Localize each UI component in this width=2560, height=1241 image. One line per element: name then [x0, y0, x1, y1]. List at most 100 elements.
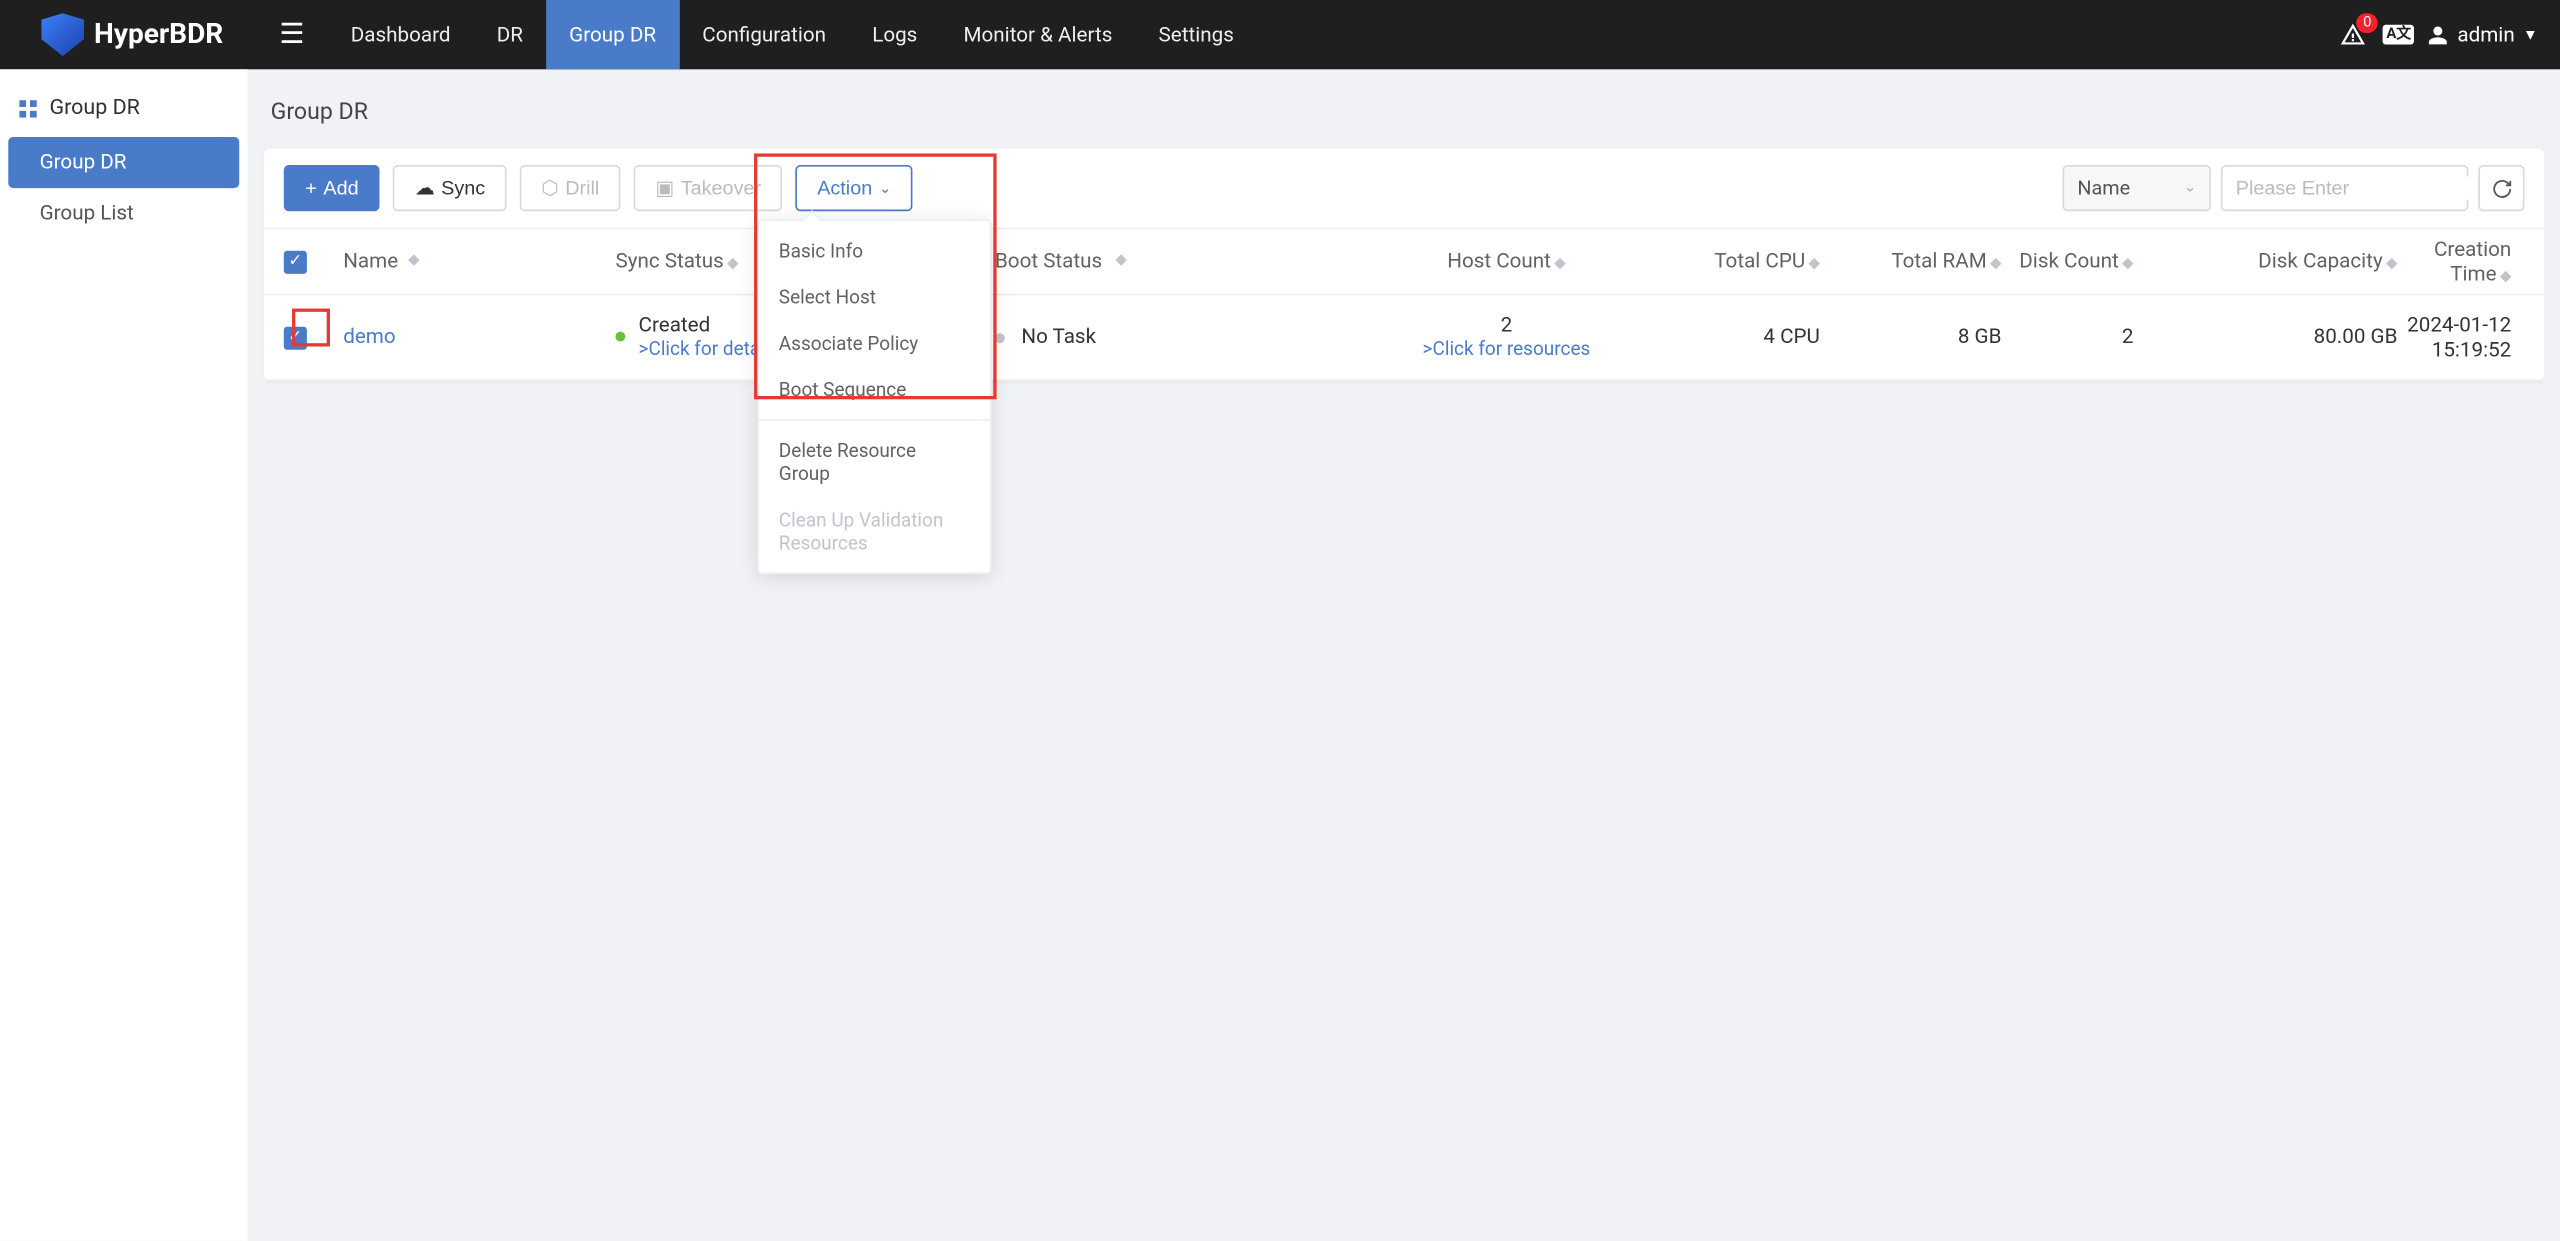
col-diskcap[interactable]: Disk Capacity◆	[2133, 249, 2397, 274]
nav-items: Dashboard DR Group DR Configuration Logs…	[328, 0, 1257, 69]
menu-boot-sequence[interactable]: Boot Sequence	[759, 366, 990, 412]
host-count-text: 2	[1501, 314, 1513, 339]
search-input[interactable]	[2236, 177, 2492, 200]
row-name-link[interactable]: demo	[343, 325, 395, 350]
sidebar-item-group-list[interactable]: Group List	[0, 188, 248, 239]
col-boot[interactable]: Boot Status◆	[995, 249, 1374, 274]
sidebar-header: Group DR	[0, 86, 248, 137]
sort-icon: ◆	[727, 257, 738, 272]
user-menu[interactable]: admin ▼	[2428, 22, 2538, 47]
add-label: Add	[323, 177, 358, 200]
col-diskcount[interactable]: Disk Count◆	[2001, 249, 2133, 274]
nav-dr[interactable]: DR	[474, 0, 546, 69]
main: Group DR + Add ☁ Sync ⬡ Drill ▣ Takeover	[248, 69, 2560, 1240]
sort-icon: ◆	[1990, 257, 2001, 272]
status-dot-icon	[615, 332, 625, 342]
col-ram[interactable]: Total RAM◆	[1820, 249, 2002, 274]
status-dot-icon	[995, 332, 1005, 342]
table: ✓ Name◆ Sync Status◆ Boot Status◆ Host C…	[264, 229, 2544, 381]
search-box[interactable]: ⌕	[2221, 165, 2469, 211]
menu-delete-resource-group[interactable]: Delete Resource Group	[759, 427, 990, 496]
drill-label: Drill	[565, 177, 599, 200]
nav-group-dr[interactable]: Group DR	[546, 0, 679, 69]
sort-icon: ◆	[1809, 257, 1820, 272]
sort-icon: ◆	[1115, 254, 1126, 269]
cell-cpu: 4 CPU	[1638, 325, 1820, 350]
nav-monitor-alerts[interactable]: Monitor & Alerts	[940, 0, 1135, 69]
sort-icon: ◆	[408, 254, 419, 269]
caret-down-icon: ▼	[2523, 26, 2538, 44]
cloud-icon: ☁	[415, 177, 435, 200]
refresh-button[interactable]	[2478, 165, 2524, 211]
chevron-down-icon: ⌄	[879, 179, 891, 197]
drill-icon: ⬡	[541, 177, 558, 200]
cell-name: demo	[343, 325, 615, 350]
nav-configuration[interactable]: Configuration	[679, 0, 849, 69]
sort-icon: ◆	[2122, 257, 2133, 272]
dropdown-divider	[759, 419, 990, 421]
nav-dashboard[interactable]: Dashboard	[328, 0, 474, 69]
cell-boot: No Task	[995, 325, 1374, 350]
sort-icon: ◆	[2500, 270, 2511, 285]
plus-icon: +	[305, 177, 317, 200]
nav-settings[interactable]: Settings	[1135, 0, 1257, 69]
col-created[interactable]: Creation Time◆	[2397, 237, 2524, 287]
nav-logs[interactable]: Logs	[849, 0, 940, 69]
action-label: Action	[817, 177, 872, 200]
takeover-icon: ▣	[655, 177, 674, 200]
sidebar: Group DR Group DR Group List	[0, 69, 248, 1240]
cell-created: 2024-01-12 15:19:52	[2397, 313, 2524, 363]
sort-icon: ◆	[1554, 257, 1565, 272]
col-name[interactable]: Name◆	[343, 249, 615, 274]
boot-status-text: No Task	[1021, 325, 1096, 350]
refresh-icon	[2491, 177, 2512, 198]
grid-icon	[17, 97, 40, 120]
filter-label: Name	[2077, 177, 2130, 200]
page-title: Group DR	[248, 69, 2560, 148]
menu-basic-info[interactable]: Basic Info	[759, 228, 990, 274]
col-cpu[interactable]: Total CPU◆	[1638, 249, 1820, 274]
cell-diskcap: 80.00 GB	[2133, 325, 2397, 350]
takeover-button[interactable]: ▣ Takeover	[634, 165, 783, 211]
brand-text: HyperBDR	[94, 18, 223, 51]
menu-select-host[interactable]: Select Host	[759, 274, 990, 320]
sync-button[interactable]: ☁ Sync	[393, 165, 506, 211]
language-badge[interactable]: A文	[2383, 25, 2414, 45]
menu-clean-up-validation: Clean Up Validation Resources	[759, 497, 990, 566]
sort-icon: ◆	[2386, 257, 2397, 272]
add-button[interactable]: + Add	[284, 165, 380, 211]
brand: HyperBDR	[0, 13, 256, 56]
user-icon	[2428, 24, 2449, 45]
user-name: admin	[2457, 22, 2514, 47]
brand-shield-icon	[41, 13, 84, 56]
nav-right: 0 A文 admin ▼	[2337, 21, 2560, 47]
alert-badge: 0	[2357, 13, 2379, 33]
select-all-checkbox[interactable]: ✓	[284, 250, 307, 273]
chevron-down-icon: ⌄	[2184, 180, 2196, 197]
row-checkbox[interactable]: ✓	[284, 326, 307, 349]
cell-check: ✓	[284, 326, 343, 349]
filter-select[interactable]: Name ⌄	[2063, 165, 2212, 211]
action-button[interactable]: Action ⌄	[796, 165, 913, 211]
toolbar-right: Name ⌄ ⌕	[2063, 165, 2525, 211]
menu-associate-policy[interactable]: Associate Policy	[759, 320, 990, 366]
alerts-button[interactable]: 0	[2337, 21, 2370, 47]
host-detail-link[interactable]: >Click for resources	[1423, 338, 1591, 361]
table-row: ✓ demo Created >Click for details	[264, 295, 2544, 381]
sidebar-header-text: Group DR	[50, 96, 140, 121]
table-header: ✓ Name◆ Sync Status◆ Boot Status◆ Host C…	[264, 229, 2544, 295]
top-nav: HyperBDR ☰ Dashboard DR Group DR Configu…	[0, 0, 2560, 69]
takeover-label: Takeover	[681, 177, 761, 200]
cell-diskcount: 2	[2001, 325, 2133, 350]
content-card: + Add ☁ Sync ⬡ Drill ▣ Takeover Action ⌄	[264, 149, 2544, 382]
col-checkbox: ✓	[284, 250, 343, 273]
col-host[interactable]: Host Count◆	[1374, 249, 1638, 274]
sync-label: Sync	[441, 177, 485, 200]
sidebar-item-group-dr[interactable]: Group DR	[8, 137, 239, 188]
cell-ram: 8 GB	[1820, 325, 2002, 350]
hamburger-icon[interactable]: ☰	[256, 18, 327, 51]
action-dropdown: Basic Info Select Host Associate Policy …	[757, 219, 991, 574]
toolbar: + Add ☁ Sync ⬡ Drill ▣ Takeover Action ⌄	[264, 149, 2544, 230]
drill-button[interactable]: ⬡ Drill	[520, 165, 621, 211]
cell-host: 2 >Click for resources	[1374, 314, 1638, 362]
